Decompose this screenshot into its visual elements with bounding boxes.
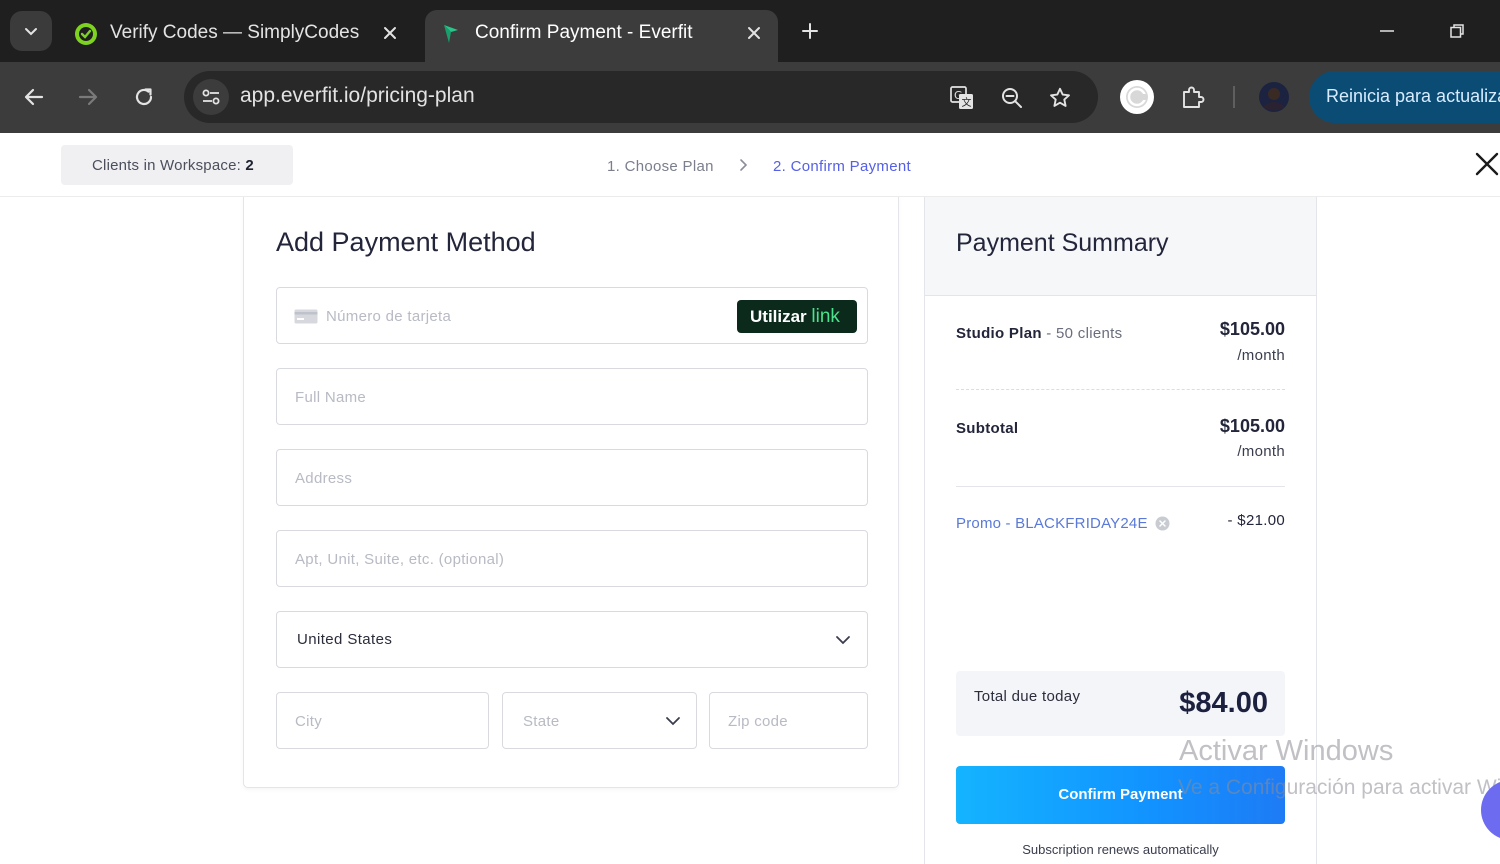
plan-name: Studio Plan bbox=[956, 325, 1042, 342]
browser-toolbar: app.everfit.io/pricing-plan G文 Reinicia … bbox=[0, 62, 1500, 133]
plan-line: Studio Plan - 50 clients bbox=[956, 325, 1122, 342]
extension-button[interactable] bbox=[1119, 79, 1155, 115]
plan-period: /month bbox=[1237, 347, 1285, 364]
card-title: Add Payment Method bbox=[276, 227, 536, 257]
arrow-right-icon bbox=[78, 88, 98, 106]
credit-card-icon bbox=[294, 309, 318, 324]
back-button[interactable] bbox=[19, 82, 49, 112]
star-icon bbox=[1050, 87, 1070, 107]
checkout-header: Clients in Workspace: 2 1. Choose Plan 2… bbox=[0, 133, 1500, 197]
promo-code: Promo - BLACKFRIDAY24E bbox=[956, 515, 1170, 532]
puzzle-icon bbox=[1183, 86, 1205, 108]
bookmark-button[interactable] bbox=[1046, 84, 1074, 112]
link-logo: link bbox=[811, 306, 840, 327]
translate-button[interactable]: G文 bbox=[948, 84, 976, 112]
card-number-field[interactable]: Número de tarjeta Utilizar link bbox=[276, 287, 868, 344]
workspace-label: Clients in Workspace: bbox=[92, 157, 246, 174]
apt-field[interactable]: Apt, Unit, Suite, etc. (optional) bbox=[276, 530, 868, 587]
address-field[interactable]: Address bbox=[276, 449, 868, 506]
subtotal-amount: $105.00 bbox=[1219, 416, 1285, 436]
remove-promo-icon[interactable] bbox=[1155, 516, 1170, 531]
workspace-count: 2 bbox=[245, 157, 254, 174]
chevron-down-icon bbox=[836, 636, 850, 645]
forward-button[interactable] bbox=[73, 82, 103, 112]
payment-method-card: Add Payment Method Número de tarjeta Uti… bbox=[243, 197, 899, 788]
summary-header: Payment Summary bbox=[925, 197, 1316, 296]
country-value: United States bbox=[297, 631, 393, 648]
plan-amount: $105.00 bbox=[1219, 319, 1285, 339]
close-icon[interactable] bbox=[1474, 151, 1500, 177]
promo-label: Promo - BLACKFRIDAY24E bbox=[956, 515, 1148, 532]
step-confirm-payment: 2. Confirm Payment bbox=[773, 158, 911, 175]
new-tab-button[interactable] bbox=[796, 17, 824, 45]
reload-button[interactable] bbox=[129, 82, 159, 112]
total-label: Total due today bbox=[974, 688, 1081, 705]
total-amount: $84.00 bbox=[1179, 687, 1268, 719]
svg-text:文: 文 bbox=[962, 96, 972, 109]
avatar-icon bbox=[1259, 82, 1289, 112]
everfit-favicon-icon bbox=[444, 25, 458, 43]
subtotal-label: Subtotal bbox=[956, 420, 1019, 437]
extension-circle-icon bbox=[1120, 80, 1154, 114]
summary-title: Payment Summary bbox=[956, 229, 1169, 257]
tab-title: Verify Codes — SimplyCodes bbox=[110, 22, 360, 43]
url-text: app.everfit.io/pricing-plan bbox=[240, 84, 475, 107]
state-select[interactable]: State bbox=[502, 692, 697, 749]
toolbar-divider bbox=[1233, 86, 1235, 108]
close-tab-icon[interactable] bbox=[742, 21, 766, 45]
renewal-note: Subscription renews automatically bbox=[1022, 842, 1219, 857]
card-number-placeholder: Número de tarjeta bbox=[326, 308, 452, 325]
tab-simplycodes[interactable]: Verify Codes — SimplyCodes bbox=[60, 10, 414, 62]
tab-everfit[interactable]: Confirm Payment - Everfit bbox=[425, 10, 778, 62]
city-field[interactable]: City bbox=[276, 692, 489, 749]
tab-title: Confirm Payment - Everfit bbox=[475, 22, 693, 43]
link-prefix: Utilizar bbox=[750, 307, 807, 326]
restart-to-update-button[interactable]: Reinicia para actualizar bbox=[1309, 71, 1500, 123]
divider bbox=[956, 389, 1285, 390]
plan-detail: - 50 clients bbox=[1041, 325, 1123, 342]
step-choose-plan[interactable]: 1. Choose Plan bbox=[607, 158, 714, 175]
apt-placeholder: Apt, Unit, Suite, etc. (optional) bbox=[295, 551, 505, 568]
address-bar[interactable]: app.everfit.io/pricing-plan G文 bbox=[184, 71, 1098, 123]
total-due-box: Total due today $84.00 bbox=[956, 671, 1285, 736]
translate-icon: G文 bbox=[950, 86, 973, 109]
profile-avatar[interactable] bbox=[1256, 79, 1292, 115]
site-info-button[interactable] bbox=[193, 79, 229, 115]
simplycodes-favicon-icon bbox=[75, 23, 97, 45]
promo-discount: - $21.00 bbox=[1227, 512, 1285, 529]
country-select[interactable]: United States bbox=[276, 611, 868, 668]
zip-field[interactable]: Zip code bbox=[709, 692, 868, 749]
extensions-button[interactable] bbox=[1175, 79, 1211, 115]
zip-placeholder: Zip code bbox=[728, 713, 788, 730]
restore-icon bbox=[1450, 24, 1464, 38]
full-name-placeholder: Full Name bbox=[295, 389, 367, 406]
chevron-down-icon bbox=[25, 28, 37, 36]
city-placeholder: City bbox=[295, 713, 323, 730]
close-tab-icon[interactable] bbox=[378, 21, 402, 45]
restore-window-button[interactable] bbox=[1444, 18, 1470, 44]
use-link-button[interactable]: Utilizar link bbox=[737, 300, 857, 333]
reload-icon bbox=[135, 88, 153, 106]
minimize-icon bbox=[1380, 30, 1394, 32]
chevron-down-icon bbox=[666, 717, 680, 726]
minimize-window-button[interactable] bbox=[1374, 18, 1400, 44]
windows-activation-text: Ve a Configuración para activar Windows. bbox=[1178, 776, 1500, 799]
tune-icon bbox=[202, 89, 220, 105]
zoom-button[interactable] bbox=[998, 84, 1026, 112]
zoom-out-icon bbox=[1002, 88, 1022, 108]
full-name-field[interactable]: Full Name bbox=[276, 368, 868, 425]
windows-activation-title: Activar Windows bbox=[1179, 735, 1394, 767]
chevron-right-icon bbox=[740, 159, 748, 171]
plus-icon bbox=[802, 23, 818, 39]
browser-tab-strip: Verify Codes — SimplyCodes Confirm Payme… bbox=[0, 0, 1500, 62]
subtotal-period: /month bbox=[1237, 443, 1285, 460]
workspace-clients-badge: Clients in Workspace: 2 bbox=[61, 145, 293, 185]
tab-search-button[interactable] bbox=[10, 11, 52, 51]
arrow-left-icon bbox=[24, 88, 44, 106]
address-placeholder: Address bbox=[295, 470, 353, 487]
state-placeholder: State bbox=[523, 713, 560, 730]
divider bbox=[956, 486, 1285, 487]
